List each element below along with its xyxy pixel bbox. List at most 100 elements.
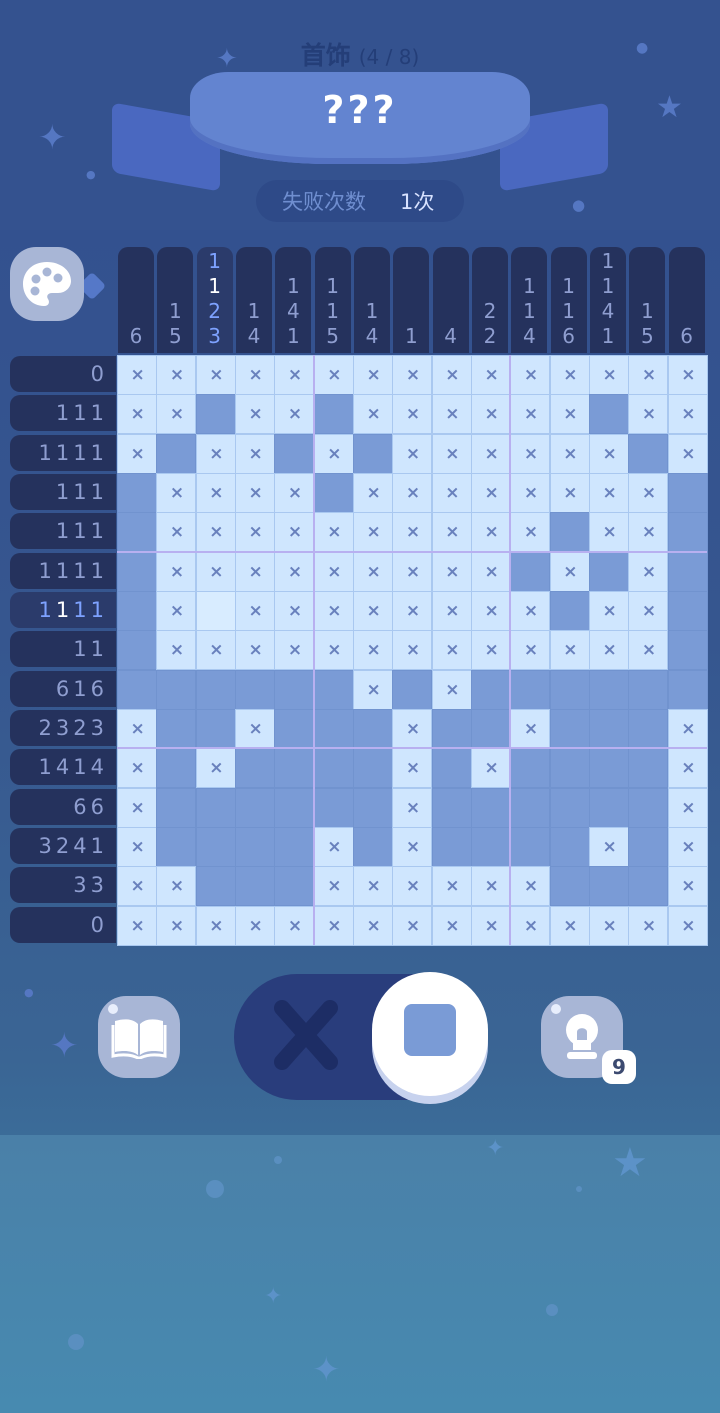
grid-cell-crossed[interactable]: × [628,473,669,513]
grid-cell-filled[interactable] [274,866,315,907]
grid-cell-crossed[interactable]: × [589,630,629,671]
grid-cell-crossed[interactable]: × [274,591,315,631]
grid-cell-crossed[interactable]: × [667,709,708,749]
grid-cell-crossed[interactable]: × [392,827,433,867]
grid-cell-crossed[interactable]: × [510,473,551,513]
grid-cell-crossed[interactable]: × [313,433,354,474]
grid-cell-crossed[interactable]: × [510,709,551,749]
grid-cell-filled[interactable] [549,866,590,907]
grid-cell-crossed[interactable]: × [156,394,197,435]
grid-cell-crossed[interactable]: × [628,394,669,435]
grid-cell-crossed[interactable]: × [431,394,472,435]
cross-icon[interactable] [270,998,342,1074]
grid-cell-crossed[interactable]: × [353,551,393,592]
grid-cell-filled[interactable] [313,394,354,435]
grid-cell-crossed[interactable]: × [431,551,472,592]
grid-cell-filled[interactable] [274,748,315,789]
grid-cell-crossed[interactable]: × [471,355,511,395]
grid-cell-crossed[interactable]: × [195,433,236,474]
grid-cell-filled[interactable] [313,748,354,789]
grid-cell-crossed[interactable]: × [392,473,433,513]
grid-cell-filled[interactable] [156,748,197,789]
grid-cell-crossed[interactable]: × [431,433,472,474]
grid-cell-crossed[interactable]: × [117,709,157,749]
grid-cell-filled[interactable] [235,827,275,867]
grid-cell-filled[interactable] [431,709,472,749]
grid-cell-crossed[interactable]: × [549,433,590,474]
grid-cell-filled[interactable] [589,394,629,435]
grid-cell-crossed[interactable]: × [274,473,315,513]
grid-cell-crossed[interactable]: × [667,355,708,395]
grid-cell-crossed[interactable]: × [195,551,236,592]
grid-cell-crossed[interactable]: × [195,748,236,789]
grid-cell-crossed[interactable]: × [667,394,708,435]
grid-cell-crossed[interactable]: × [431,473,472,513]
grid-cell-crossed[interactable]: × [431,630,472,671]
grid-cell-filled[interactable] [235,787,275,828]
grid-cell-filled[interactable] [431,748,472,789]
grid-cell-filled[interactable] [667,551,708,592]
grid-cell-filled[interactable] [117,630,157,671]
grid-cell-filled[interactable] [667,630,708,671]
grid-cell-filled[interactable] [156,787,197,828]
grid-cell-crossed[interactable]: × [313,551,354,592]
grid-cell-filled[interactable] [313,787,354,828]
grid-cell-crossed[interactable]: × [471,473,511,513]
grid-cell-crossed[interactable]: × [235,433,275,474]
grid-cell-filled[interactable] [549,669,590,710]
grid-cell-crossed[interactable]: × [431,591,472,631]
grid-cell-filled[interactable] [667,512,708,553]
grid-cell-crossed[interactable]: × [274,551,315,592]
grid-cell-crossed[interactable]: × [313,630,354,671]
grid-cell-crossed[interactable]: × [589,433,629,474]
grid-cell-crossed[interactable]: × [353,669,393,710]
grid-cell-crossed[interactable]: × [431,905,472,946]
grid-cell-filled[interactable] [235,866,275,907]
grid-cell-crossed[interactable]: × [353,591,393,631]
grid-cell-filled[interactable] [589,709,629,749]
grid-cell-crossed[interactable]: × [471,394,511,435]
grid-cell-filled[interactable] [471,787,511,828]
grid-cell-filled[interactable] [195,669,236,710]
grid-cell-crossed[interactable]: × [235,355,275,395]
grid-cell-filled[interactable] [549,827,590,867]
grid-cell-filled[interactable] [195,827,236,867]
grid-cell-filled[interactable] [628,787,669,828]
grid-cell-filled[interactable] [313,669,354,710]
grid-cell-filled[interactable] [510,787,551,828]
grid-cell-crossed[interactable]: × [628,551,669,592]
grid-cell-crossed[interactable]: × [156,591,197,631]
grid-cell-filled[interactable] [392,669,433,710]
grid-cell-crossed[interactable]: × [549,355,590,395]
grid-cell-crossed[interactable]: × [549,905,590,946]
grid-cell-crossed[interactable]: × [471,748,511,789]
grid-cell-crossed[interactable]: × [117,433,157,474]
grid-cell-crossed[interactable]: × [549,630,590,671]
grid-cell-crossed[interactable]: × [589,905,629,946]
grid-cell-crossed[interactable]: × [235,512,275,553]
grid-cell-crossed[interactable]: × [471,512,511,553]
grid-cell-filled[interactable] [156,709,197,749]
grid-cell-filled[interactable] [628,827,669,867]
grid-cell-crossed[interactable]: × [471,905,511,946]
grid-cell-crossed[interactable]: × [392,433,433,474]
grid-cell-crossed[interactable]: × [392,905,433,946]
grid-cell-filled[interactable] [471,709,511,749]
grid-cell-crossed[interactable]: × [392,394,433,435]
guide-button[interactable] [98,996,180,1078]
grid-cell-filled[interactable] [353,709,393,749]
grid-cell-filled[interactable] [117,551,157,592]
grid-cell-crossed[interactable]: × [235,905,275,946]
grid-cell-crossed[interactable]: × [392,748,433,789]
grid-cell-crossed[interactable]: × [313,866,354,907]
grid-cell-crossed[interactable]: × [313,355,354,395]
grid-cell-filled[interactable] [667,473,708,513]
grid-cell-crossed[interactable]: × [392,709,433,749]
grid-cell-crossed[interactable]: × [274,394,315,435]
grid-cell-filled[interactable] [431,827,472,867]
grid-cell-crossed[interactable]: × [353,630,393,671]
grid-cell-filled[interactable] [589,866,629,907]
grid-cell-crossed[interactable]: × [117,394,157,435]
grid-cell-filled[interactable] [471,669,511,710]
grid-cell-crossed[interactable]: × [589,591,629,631]
